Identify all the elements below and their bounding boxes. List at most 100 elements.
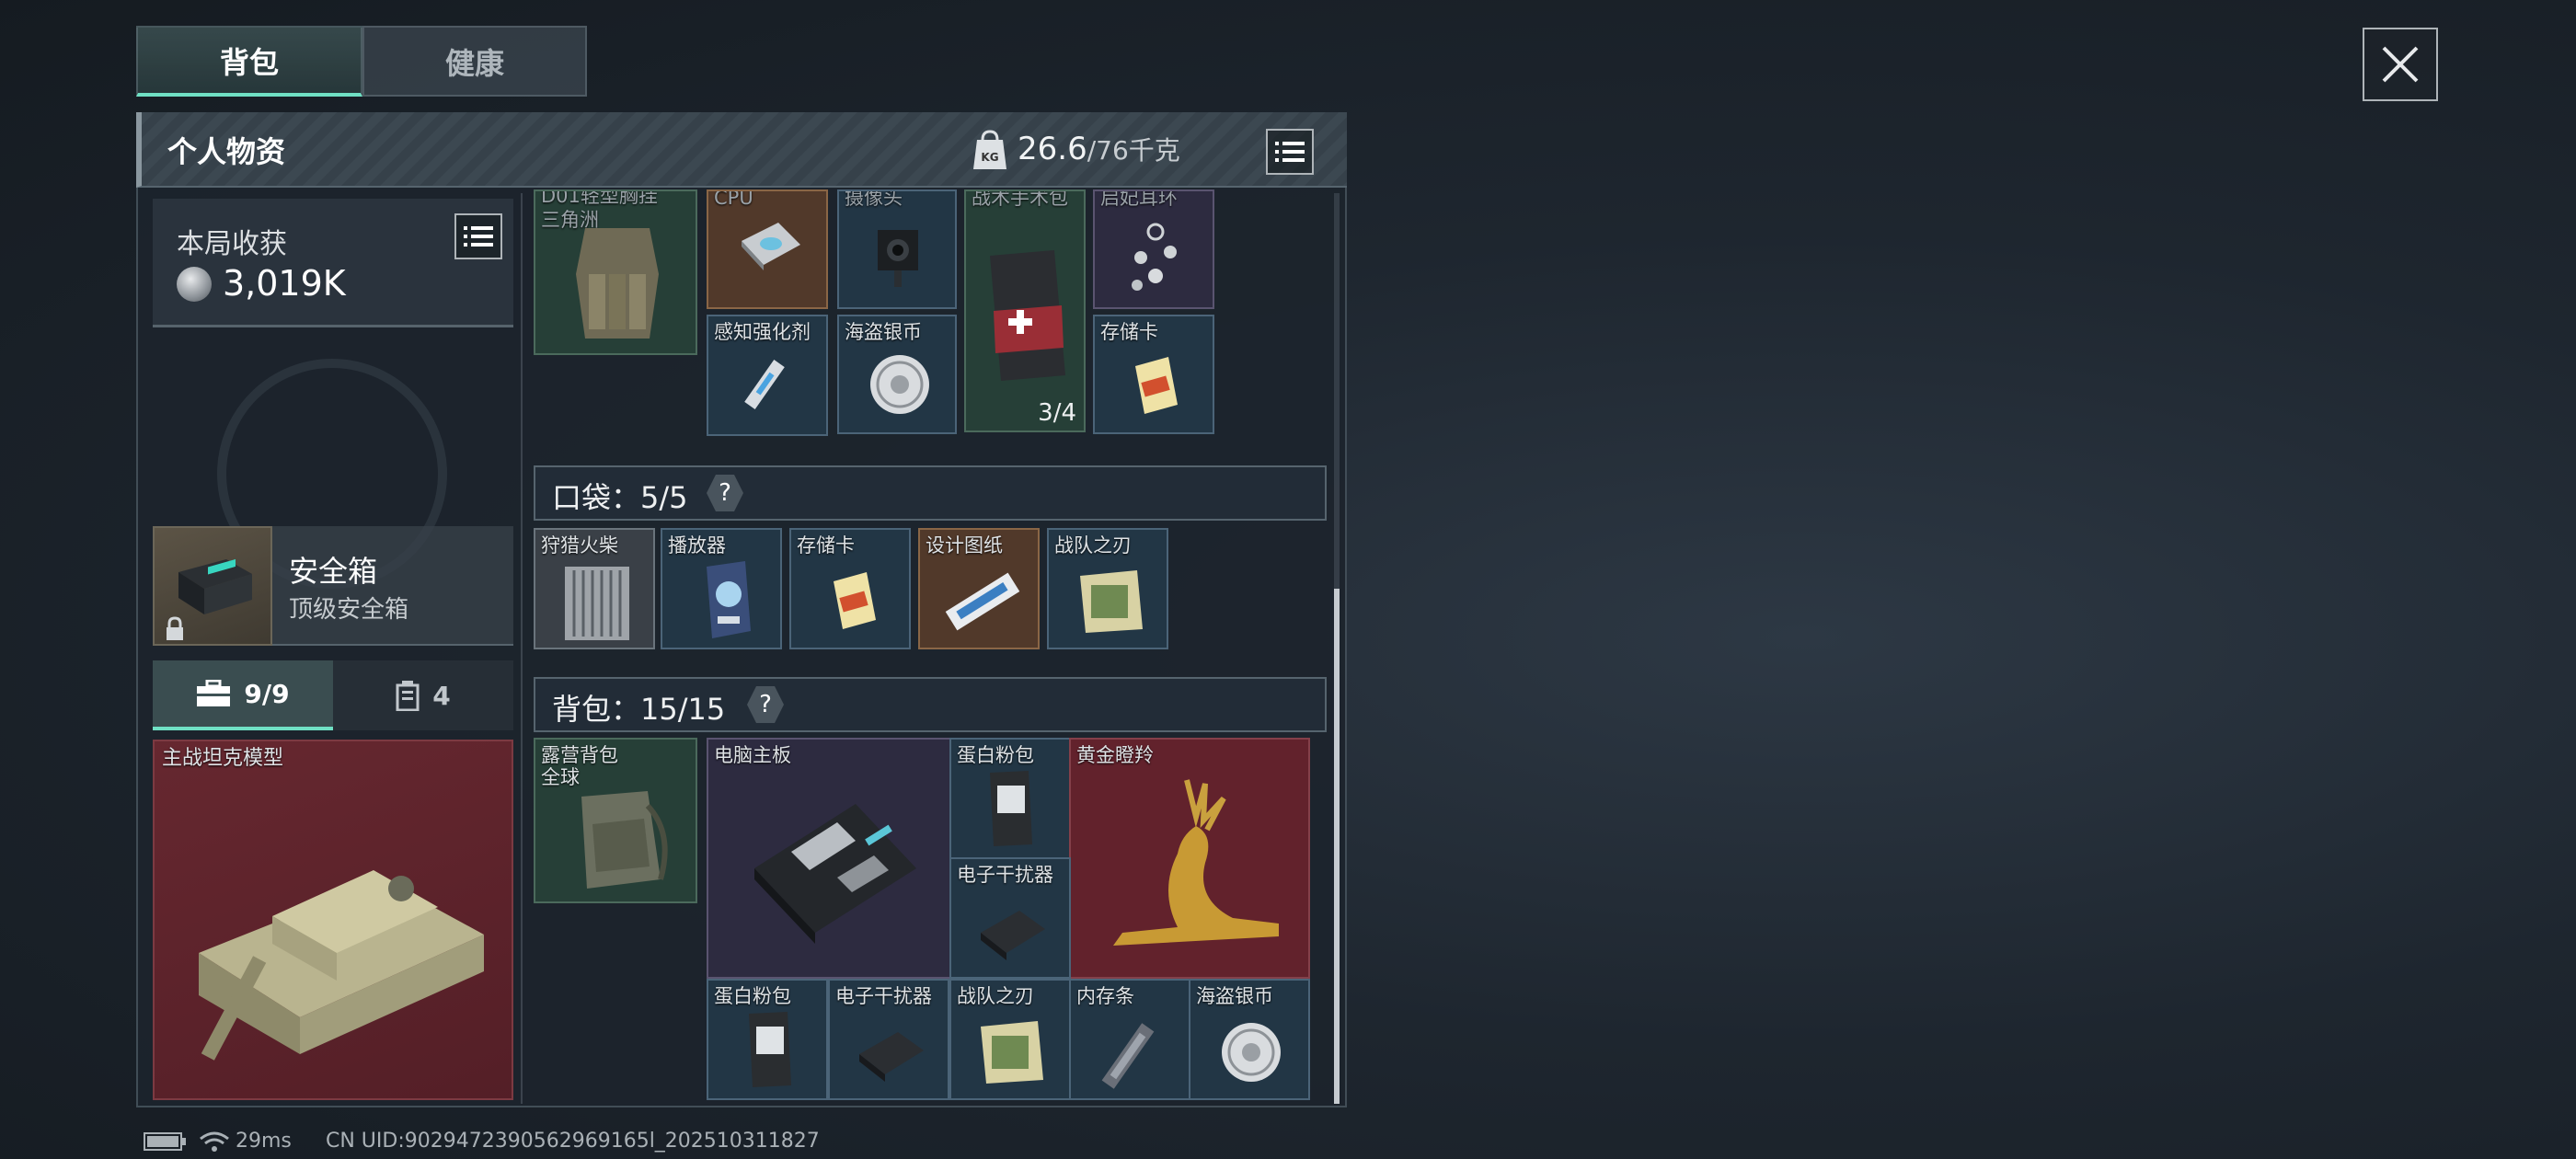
item-protein-pack-2[interactable]: 蛋白粉包 — [707, 979, 828, 1100]
equipped-item-tank-model[interactable]: 主战坦克模型 — [153, 740, 513, 1100]
tab-canister-count: 4 — [432, 680, 451, 711]
memory-card-image — [1135, 357, 1178, 414]
item-pirate-coin-2[interactable]: 海盗银币 — [1189, 979, 1310, 1100]
item-camping-backpack[interactable]: 露营背包 全球 — [534, 738, 697, 903]
item-label: 露营背包 — [541, 744, 618, 766]
item-surgical-kit[interactable]: 战术手术包 3/4 — [964, 189, 1086, 432]
magazine-image — [1080, 570, 1143, 633]
item-golden-gazelle[interactable]: 黄金瞪羚 — [1069, 738, 1310, 979]
item-memory-card[interactable]: 存储卡 — [1093, 315, 1214, 434]
tab-backpack[interactable]: 背包 — [136, 26, 362, 97]
item-label: D01轻型胸挂 — [541, 189, 658, 207]
item-label: 存储卡 — [797, 534, 855, 557]
coin-icon — [177, 267, 212, 302]
wifi-icon — [200, 1131, 229, 1152]
harvest-list-button[interactable] — [454, 213, 502, 259]
canister-icon — [396, 681, 420, 711]
memory-card-image — [834, 572, 876, 629]
chest-rig-image — [576, 228, 659, 339]
item-label: 海盗银币 — [845, 321, 922, 343]
item-team-blade[interactable]: 战队之刃 — [1047, 528, 1168, 649]
tab-health[interactable]: 健康 — [362, 26, 587, 97]
inventory-scroll-thumb[interactable] — [1334, 589, 1340, 1104]
weight-current: 26.6 — [1018, 131, 1087, 167]
close-icon — [2382, 46, 2419, 83]
item-hunting-matches[interactable]: 狩猎火柴 — [534, 528, 655, 649]
panel-title: 个人物资 — [167, 134, 286, 169]
item-jammer[interactable]: 电子干扰器 — [949, 857, 1071, 979]
item-label: 启妃耳环 — [1100, 189, 1178, 209]
list-icon — [464, 226, 493, 247]
item-blueprint[interactable]: 设计图纸 — [918, 528, 1040, 649]
toolbox-icon — [197, 680, 231, 706]
backpack-help-text: ? — [759, 691, 772, 718]
item-label: 海盗银币 — [1196, 985, 1273, 1007]
weight-display: 26.6/76千克 — [1018, 131, 1180, 167]
item-player[interactable]: 播放器 — [661, 528, 782, 649]
tab-toolbox-count: 9/9 — [244, 678, 290, 709]
safe-box-subtitle: 顶级安全箱 — [289, 596, 409, 624]
ping-text: 29ms — [236, 1130, 292, 1153]
tab-backpack-label: 背包 — [219, 44, 279, 80]
tab-canister[interactable]: 4 — [333, 660, 513, 730]
tank-model-image — [199, 870, 484, 1061]
item-protein-pack[interactable]: 蛋白粉包 — [949, 738, 1071, 859]
list-icon — [1275, 142, 1305, 162]
item-team-blade-2[interactable]: 战队之刃 — [949, 979, 1071, 1100]
matches-image — [565, 567, 629, 640]
sort-list-button[interactable] — [1266, 129, 1314, 175]
item-cpu[interactable]: CPU — [707, 189, 828, 309]
jammer-image — [859, 1032, 924, 1082]
weight-icon-text: KG — [981, 151, 998, 164]
item-pirate-coin[interactable]: 海盗银币 — [837, 315, 957, 434]
item-label: 蛋白粉包 — [957, 744, 1034, 766]
camera-image — [878, 230, 918, 287]
lock-icon — [167, 616, 183, 640]
close-button[interactable] — [2363, 28, 2438, 101]
blueprint-image — [945, 572, 1020, 631]
item-label: 感知强化剂 — [714, 321, 811, 343]
safe-icon — [178, 558, 252, 614]
item-label: 蛋白粉包 — [714, 985, 791, 1007]
item-label: 战术手术包 — [972, 189, 1068, 209]
harvest-title: 本局收获 — [177, 228, 287, 260]
backpack-label: 背包：15/15 — [552, 692, 726, 727]
media-player-image — [707, 561, 751, 638]
item-motherboard[interactable]: 电脑主板 — [707, 738, 951, 979]
item-jammer-2[interactable]: 电子干扰器 — [828, 979, 949, 1100]
item-label: 电子干扰器 — [835, 985, 932, 1007]
backpack-image — [581, 791, 668, 889]
item-label: 播放器 — [668, 534, 726, 557]
column-divider — [521, 193, 523, 1104]
safe-box-title: 安全箱 — [289, 554, 378, 589]
pocket-label: 口袋：5/5 — [552, 480, 688, 515]
magazine-image — [981, 1021, 1043, 1084]
item-label: 内存条 — [1076, 985, 1134, 1007]
tab-toolbox[interactable]: 9/9 — [153, 660, 333, 730]
item-label: 电脑主板 — [714, 744, 791, 766]
syringe-image — [744, 360, 785, 409]
item-perception-stim[interactable]: 感知强化剂 — [707, 315, 828, 436]
safe-box-thumbnail — [153, 526, 272, 646]
item-ram-stick[interactable]: 内存条 — [1069, 979, 1190, 1100]
motherboard-image — [754, 804, 916, 944]
ram-stick-image — [1101, 1023, 1155, 1089]
item-count: 3/4 — [1038, 399, 1076, 427]
item-earring[interactable]: 启妃耳环 — [1093, 189, 1214, 309]
item-label: 电子干扰器 — [957, 864, 1053, 886]
item-label: 摄像头 — [845, 189, 903, 209]
cpu-image — [742, 223, 800, 270]
item-memory-card-2[interactable]: 存储卡 — [789, 528, 911, 649]
item-label: 战队之刃 — [1054, 534, 1132, 557]
protein-pack-image — [990, 771, 1032, 846]
weight-icon: KG — [973, 130, 1006, 169]
item-chest-rig[interactable]: D01轻型胸挂 三角洲 — [534, 189, 697, 355]
item-camera[interactable]: 摄像头 — [837, 189, 957, 309]
jammer-image — [981, 911, 1045, 960]
weight-max: /76千克 — [1087, 135, 1180, 166]
tab-health-label: 健康 — [444, 45, 504, 81]
item-label: CPU — [714, 189, 753, 209]
item-label: 狩猎火柴 — [541, 534, 618, 557]
item-label: 战队之刃 — [957, 985, 1034, 1007]
pocket-help-text: ? — [719, 479, 731, 507]
